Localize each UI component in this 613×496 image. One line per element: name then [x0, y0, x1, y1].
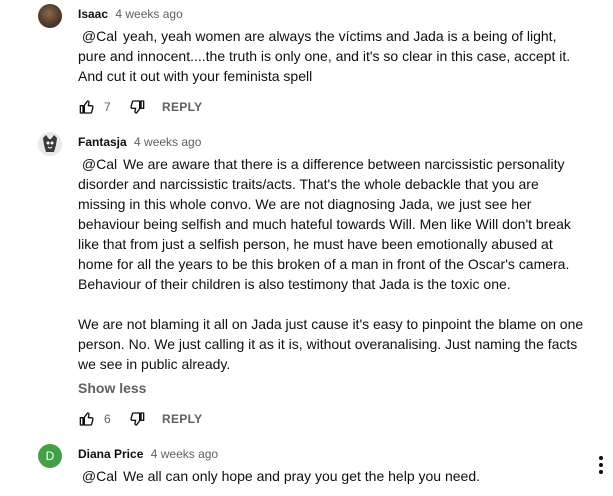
- comment-actions: 7 REPLY: [78, 97, 202, 117]
- mention-link[interactable]: @Cal: [82, 156, 117, 172]
- thumbs-down-icon[interactable]: [128, 98, 146, 116]
- comment-header: Isaac 4 weeks ago: [78, 6, 183, 22]
- comment-paragraph: We are aware that there is a difference …: [78, 156, 571, 292]
- comment-text: @Cal We are aware that there is a differ…: [78, 154, 588, 374]
- comment-text: @Cal We all can only hope and pray you g…: [78, 466, 588, 486]
- avatar[interactable]: [38, 132, 62, 156]
- like-count: 6: [104, 412, 111, 426]
- kebab-dot: [599, 456, 603, 460]
- avatar[interactable]: [38, 4, 62, 28]
- comment-timestamp[interactable]: 4 weeks ago: [151, 447, 218, 461]
- thumbs-up-icon[interactable]: [78, 410, 96, 428]
- comment-header: Fantasja 4 weeks ago: [78, 134, 201, 150]
- thumbs-down-icon[interactable]: [128, 410, 146, 428]
- comment-text: @Cal yeah, yeah women are always the víc…: [78, 26, 588, 86]
- comment-actions: 6 REPLY: [78, 409, 202, 429]
- reply-button[interactable]: REPLY: [162, 100, 202, 114]
- author-name[interactable]: Fantasja: [78, 135, 127, 149]
- author-name[interactable]: Isaac: [78, 7, 108, 21]
- kebab-dot: [599, 470, 603, 474]
- comment-timestamp[interactable]: 4 weeks ago: [115, 7, 182, 21]
- comment-paragraph: yeah, yeah women are always the víctims …: [78, 28, 571, 84]
- more-vertical-icon[interactable]: [597, 456, 605, 474]
- like-count: 7: [104, 100, 111, 114]
- reply-button[interactable]: REPLY: [162, 412, 202, 426]
- avatar[interactable]: D: [38, 444, 62, 468]
- kebab-dot: [599, 463, 603, 467]
- mention-link[interactable]: @Cal: [82, 468, 117, 484]
- author-name[interactable]: Diana Price: [78, 447, 143, 461]
- comment-timestamp[interactable]: 4 weeks ago: [134, 135, 201, 149]
- comment-header: Diana Price 4 weeks ago: [78, 446, 218, 462]
- comment-paragraph: We are not blaming it all on Jada just c…: [78, 316, 584, 372]
- mention-link[interactable]: @Cal: [82, 28, 117, 44]
- thumbs-up-icon[interactable]: [78, 98, 96, 116]
- show-less-button[interactable]: Show less: [78, 378, 146, 398]
- comment-paragraph: We all can only hope and pray you get th…: [123, 468, 480, 484]
